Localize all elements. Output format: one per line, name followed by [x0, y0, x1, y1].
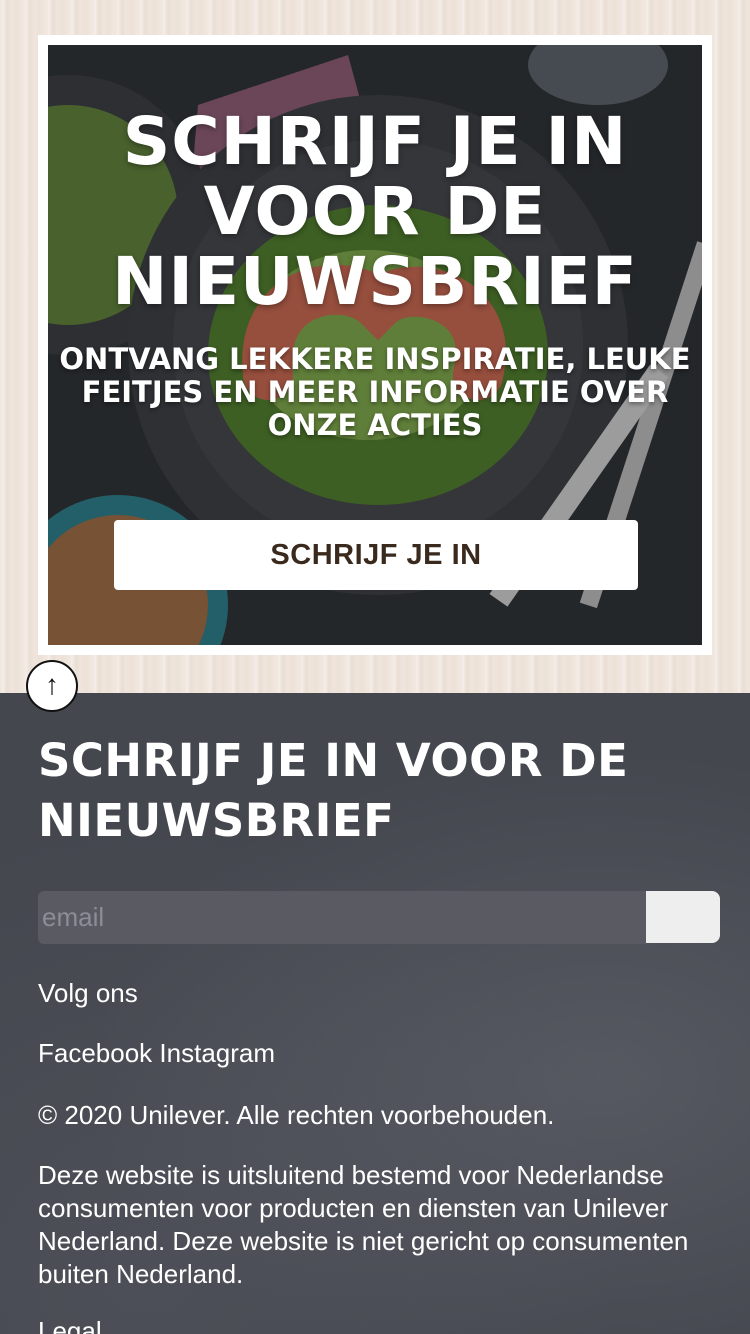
- promo-headline: SCHRIJF JE IN VOOR DE NIEUWSBRIEF: [112, 103, 638, 320]
- follow-us-label: Volg ons: [38, 978, 138, 1008]
- back-to-top-button[interactable]: ↑: [26, 660, 78, 712]
- email-field[interactable]: [38, 891, 646, 944]
- subscribe-button[interactable]: SCHRIJF JE IN: [114, 520, 638, 590]
- social-links: Facebook Instagram: [38, 1037, 275, 1070]
- promo-subheadline: ONTVANG LEKKERE INSPIRATIE, LEUKE FEITJE…: [59, 342, 691, 442]
- facebook-link[interactable]: Facebook: [38, 1038, 152, 1068]
- copyright-text: © 2020 Unilever. Alle rechten voorbehoud…: [38, 1100, 555, 1130]
- legal-link[interactable]: Legal: [38, 1315, 102, 1334]
- promo-food-photo: SCHRIJF JE IN VOOR DE NIEUWSBRIEF ONTVAN…: [48, 45, 702, 645]
- newsletter-promo-card: SCHRIJF JE IN VOOR DE NIEUWSBRIEF ONTVAN…: [38, 35, 712, 655]
- email-submit-button[interactable]: [646, 891, 720, 943]
- arrow-up-icon: ↑: [45, 669, 59, 700]
- disclaimer-text: Deze website is uitsluitend bestemd voor…: [38, 1160, 689, 1289]
- footer-newsletter-title: SCHRIJF JE IN VOOR DE NIEUWSBRIEF: [38, 734, 629, 847]
- instagram-link[interactable]: Instagram: [159, 1038, 275, 1068]
- footer: SCHRIJF JE IN VOOR DE NIEUWSBRIEF Volg o…: [0, 693, 750, 1334]
